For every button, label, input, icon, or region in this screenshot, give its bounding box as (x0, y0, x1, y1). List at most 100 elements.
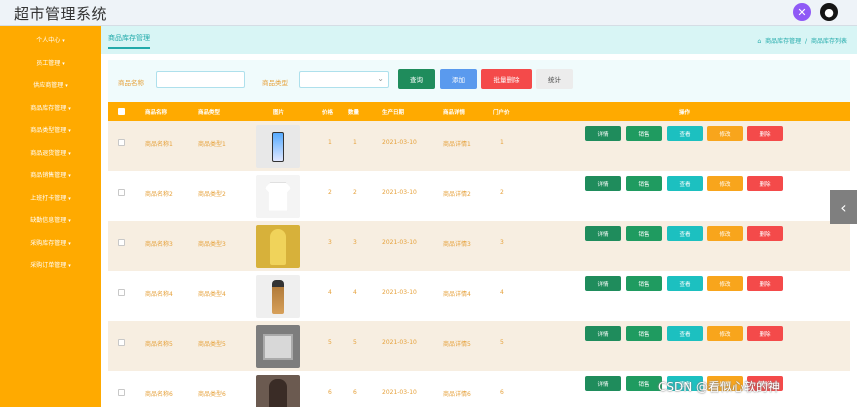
sidebar-item-sales[interactable]: 商品销售管理 ▾ (0, 165, 101, 188)
user-icon[interactable]: ● (820, 3, 838, 21)
person-image (270, 228, 286, 265)
sidebar-item-stock[interactable]: 商品库存管理 ▾ (0, 98, 101, 121)
product-image (256, 175, 300, 218)
sidebar-item-return[interactable]: 商品退货管理 ▾ (0, 143, 101, 166)
sale-button[interactable]: 销售 (626, 176, 662, 191)
sale-button[interactable]: 销售 (626, 376, 662, 391)
chevron-down-icon: ▾ (68, 105, 71, 112)
type-select[interactable]: ⌄ (299, 71, 389, 88)
cell-date: 2021-03-10 (382, 389, 417, 396)
sidebar-item-type[interactable]: 商品类型管理 ▾ (0, 120, 101, 143)
view-button[interactable]: 查看 (667, 226, 703, 241)
header-name: 商品名称 (145, 110, 168, 116)
phone-image (272, 131, 284, 162)
row-checkbox[interactable] (118, 189, 125, 196)
delete-button[interactable]: 删除 (747, 176, 783, 191)
delete-button[interactable]: 删除 (747, 126, 783, 141)
select-all-checkbox[interactable] (118, 108, 125, 115)
detail-button[interactable]: 详情 (585, 226, 621, 241)
header-price: 价格 (322, 110, 334, 116)
edit-button[interactable]: 修改 (707, 226, 743, 241)
sidebar-item-clockin[interactable]: 上班打卡管理 ▾ (0, 188, 101, 211)
edit-button[interactable]: 修改 (707, 176, 743, 191)
settings-icon[interactable]: ✕ (793, 3, 811, 21)
cell-name: 商品名称1 (145, 141, 173, 148)
stats-button[interactable]: 统计 (536, 69, 573, 89)
detail-button[interactable]: 详情 (585, 276, 621, 291)
cell-price: 3 (328, 239, 332, 246)
table-header: 商品名称 商品类型 图片 价格 数量 生产日期 商品详情 门户价 操作 (108, 102, 850, 121)
row-checkbox[interactable] (118, 339, 125, 346)
delete-button[interactable]: 删除 (747, 226, 783, 241)
cell-portal: 1 (500, 139, 504, 146)
collapse-panel-button[interactable]: ‹ (830, 190, 857, 224)
cell-detail: 商品详情6 (443, 391, 471, 398)
cell-name: 商品名称4 (145, 291, 173, 298)
row-checkbox[interactable] (118, 239, 125, 246)
cell-qty: 4 (353, 289, 357, 296)
sidebar-item-staff[interactable]: 员工管理 ▾ (0, 53, 101, 76)
cell-price: 6 (328, 389, 332, 396)
row-checkbox[interactable] (118, 139, 125, 146)
detail-button[interactable]: 详情 (585, 176, 621, 191)
batch-delete-button[interactable]: 批量删除 (481, 69, 532, 89)
cell-name: 商品名称5 (145, 341, 173, 348)
cell-portal: 5 (500, 339, 504, 346)
product-image (256, 225, 300, 268)
header-type: 商品类型 (198, 110, 221, 116)
row-checkbox[interactable] (118, 289, 125, 296)
edit-button[interactable]: 修改 (707, 126, 743, 141)
detail-button[interactable]: 详情 (585, 126, 621, 141)
chevron-down-icon: ▾ (68, 218, 71, 224)
header-image: 图片 (273, 110, 285, 116)
detail-button[interactable]: 详情 (585, 376, 621, 391)
tab-stock-management[interactable]: 商品库存管理 (108, 33, 150, 49)
cell-name: 商品名称6 (145, 391, 173, 398)
add-button[interactable]: 添加 (440, 69, 477, 89)
edit-button[interactable]: 修改 (707, 276, 743, 291)
search-button[interactable]: 查询 (398, 69, 435, 89)
sidebar-item-supplier[interactable]: 供应商管理 ▾ (0, 75, 101, 98)
cell-portal: 3 (500, 239, 504, 246)
sidebar-item-purchase-stock[interactable]: 采购库存管理 ▾ (0, 233, 101, 256)
sale-button[interactable]: 销售 (626, 276, 662, 291)
cell-portal: 4 (500, 289, 504, 296)
view-button[interactable]: 查看 (667, 276, 703, 291)
table-row: 商品名称4 商品类型4 4 4 2021-03-10 商品详情4 4 详情 销售… (108, 271, 850, 321)
chevron-down-icon: ▾ (68, 173, 71, 179)
cell-qty: 3 (353, 239, 357, 246)
watermark: CSDN @看似心软的神 (658, 380, 781, 394)
product-image (256, 125, 300, 168)
delete-button[interactable]: 删除 (747, 326, 783, 341)
header-qty: 数量 (348, 110, 360, 116)
sale-button[interactable]: 销售 (626, 226, 662, 241)
delete-button[interactable]: 删除 (747, 276, 783, 291)
sidebar-item-profile[interactable]: 个人中心 ▾ (0, 30, 101, 53)
home-icon[interactable]: ⌂ (757, 38, 761, 45)
cell-type: 商品类型3 (198, 241, 226, 248)
cell-date: 2021-03-10 (382, 339, 417, 346)
edit-button[interactable]: 修改 (707, 326, 743, 341)
breadcrumb-item[interactable]: 商品库存管理 (765, 38, 801, 45)
view-button[interactable]: 查看 (667, 126, 703, 141)
shirt-image (265, 182, 291, 211)
header-detail: 商品详情 (443, 110, 466, 116)
sale-button[interactable]: 销售 (626, 126, 662, 141)
sidebar-item-absence[interactable]: 缺勤信息管理 ▾ (0, 210, 101, 233)
view-button[interactable]: 查看 (667, 326, 703, 341)
table-row: 商品名称3 商品类型3 3 3 2021-03-10 商品详情3 3 详情 销售… (108, 221, 850, 271)
detail-button[interactable]: 详情 (585, 326, 621, 341)
sale-button[interactable]: 销售 (626, 326, 662, 341)
chevron-down-icon: ▾ (68, 150, 71, 157)
sidebar-item-purchase-order[interactable]: 采购订单管理 ▾ (0, 255, 101, 278)
row-checkbox[interactable] (118, 389, 125, 396)
chevron-down-icon: ⌄ (377, 74, 384, 83)
cell-price: 5 (328, 339, 332, 346)
name-input[interactable] (156, 71, 245, 88)
top-bar: 超市管理系统 ✕ ● (0, 0, 857, 26)
view-button[interactable]: 查看 (667, 176, 703, 191)
sidebar: 个人中心 ▾ 员工管理 ▾ 供应商管理 ▾ 商品库存管理 ▾ 商品类型管理 ▾ 商品退货管… (0, 26, 101, 407)
cell-date: 2021-03-10 (382, 139, 417, 146)
chevron-down-icon: ▾ (62, 38, 65, 44)
cell-qty: 5 (353, 339, 357, 346)
